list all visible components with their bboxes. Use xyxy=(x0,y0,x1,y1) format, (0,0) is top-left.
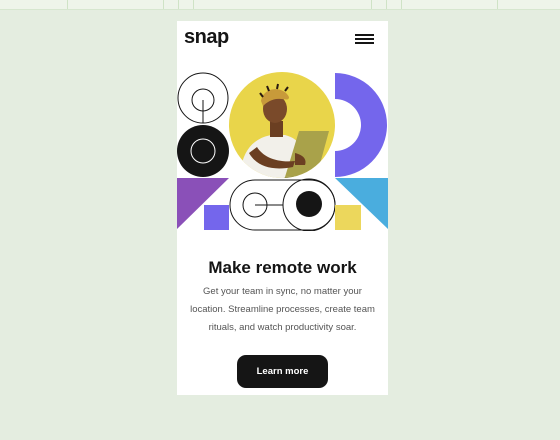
strip-divider xyxy=(178,0,179,9)
strip-divider xyxy=(163,0,164,9)
page-description: Get your team in sync, no matter your lo… xyxy=(190,286,375,333)
top-decorative-strip xyxy=(0,0,560,10)
strip-divider xyxy=(193,0,194,9)
page-headline: Make remote work xyxy=(208,258,357,277)
hero-illustration xyxy=(177,72,388,231)
menu-icon-line xyxy=(355,42,374,44)
menu-icon-line xyxy=(355,34,374,36)
indigo-half-ring-shape xyxy=(335,73,387,177)
yellow-square-shape xyxy=(335,205,361,230)
person-with-laptop-image xyxy=(229,72,335,178)
strip-divider xyxy=(497,0,498,9)
strip-divider xyxy=(67,0,68,9)
brand-logo[interactable]: snap xyxy=(184,25,229,49)
site-header: snap xyxy=(177,21,388,57)
hamburger-menu-button[interactable] xyxy=(355,32,375,46)
learn-more-button[interactable]: Learn more xyxy=(237,355,328,388)
strip-divider xyxy=(401,0,402,9)
menu-icon-line xyxy=(355,38,374,40)
strip-divider xyxy=(386,0,387,9)
pill-toggle-shape xyxy=(229,178,336,231)
indigo-square-shape xyxy=(204,205,229,230)
strip-divider xyxy=(371,0,372,9)
black-circle-shape xyxy=(177,125,229,177)
mobile-page-card: snap Make remote work Get your team in s… xyxy=(177,21,388,395)
outlined-circle-shape xyxy=(177,72,229,124)
